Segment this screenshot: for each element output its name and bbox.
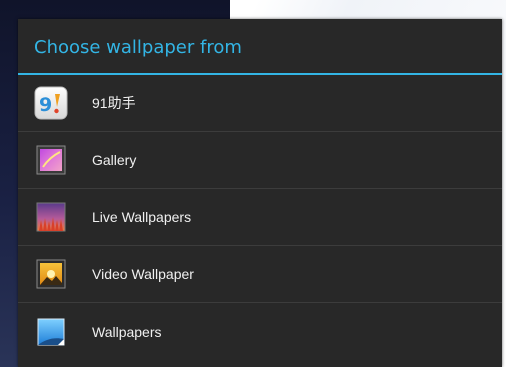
list-item-video-wallpaper[interactable]: Video Wallpaper [18, 246, 502, 303]
list-item-wallpapers[interactable]: Wallpapers [18, 303, 502, 360]
list-item-label: Wallpapers [92, 323, 162, 340]
list-item-label: Gallery [92, 152, 137, 168]
svg-text:9: 9 [39, 94, 52, 116]
91-assistant-app-icon: 9 [34, 86, 68, 120]
video-wallpaper-app-icon [34, 257, 68, 291]
list-item-label: 91助手 [92, 95, 136, 111]
choose-wallpaper-dialog: Choose wallpaper from 9 91助手 Gallery Liv… [18, 19, 502, 367]
list-item-label: Live Wallpapers [92, 209, 192, 225]
list-item-live-wallpapers[interactable]: Live Wallpapers [18, 189, 502, 246]
gallery-app-icon [34, 143, 68, 177]
wallpapers-app-icon [34, 315, 68, 349]
dialog-title: Choose wallpaper from [18, 19, 502, 75]
wallpaper-source-list: 9 91助手 Gallery Live Wallpapers Video Wal… [18, 75, 502, 360]
list-item-gallery[interactable]: Gallery [18, 132, 502, 189]
live-wallpapers-app-icon [34, 200, 68, 234]
list-item-91-assistant[interactable]: 9 91助手 [18, 75, 502, 132]
list-item-label: Video Wallpaper [92, 266, 194, 282]
